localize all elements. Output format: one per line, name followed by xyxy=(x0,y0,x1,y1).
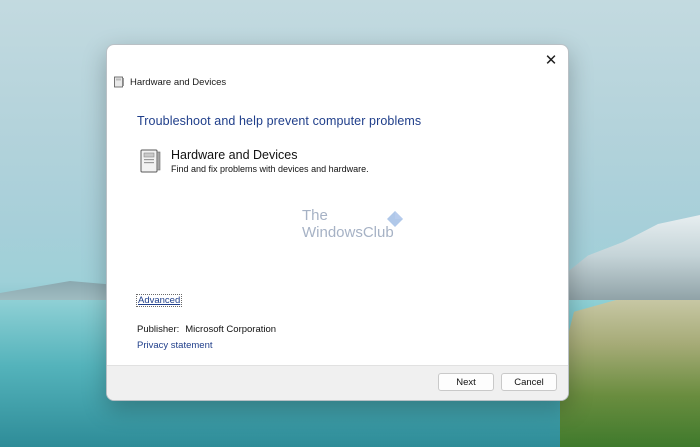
background-mountain xyxy=(560,215,700,305)
dialog-footer: Next Cancel xyxy=(107,365,568,400)
watermark-line-1: The xyxy=(302,207,328,224)
troubleshooter-title: Hardware and Devices xyxy=(171,148,298,162)
troubleshooter-description: Find and fix problems with devices and h… xyxy=(171,164,369,174)
watermark-line-2: WindowsClub xyxy=(302,224,394,241)
privacy-statement-link[interactable]: Privacy statement xyxy=(137,340,213,351)
publisher-label: Publisher: xyxy=(137,324,180,335)
hardware-device-icon xyxy=(140,149,161,173)
next-button[interactable]: Next xyxy=(438,373,494,391)
close-icon: ✕ xyxy=(544,52,558,69)
device-icon xyxy=(114,76,124,88)
publisher-info: Publisher: Microsoft Corporation xyxy=(137,324,276,335)
watermark: The WindowsClub xyxy=(302,207,403,241)
troubleshooter-dialog: ✕ Hardware and Devices Troubleshoot and … xyxy=(106,44,569,401)
troubleshooter-item: Hardware and Devices Find and fix proble… xyxy=(137,148,369,174)
page-heading: Troubleshoot and help prevent computer p… xyxy=(137,114,422,128)
publisher-value: Microsoft Corporation xyxy=(185,324,277,335)
window-titlebar: Hardware and Devices xyxy=(113,74,226,90)
window-title: Hardware and Devices xyxy=(130,76,227,88)
windows-logo-icon xyxy=(387,211,403,227)
background-grass xyxy=(560,300,700,447)
cancel-button[interactable]: Cancel xyxy=(501,373,557,391)
advanced-link[interactable]: Advanced xyxy=(135,294,183,307)
close-button[interactable]: ✕ xyxy=(538,49,564,71)
